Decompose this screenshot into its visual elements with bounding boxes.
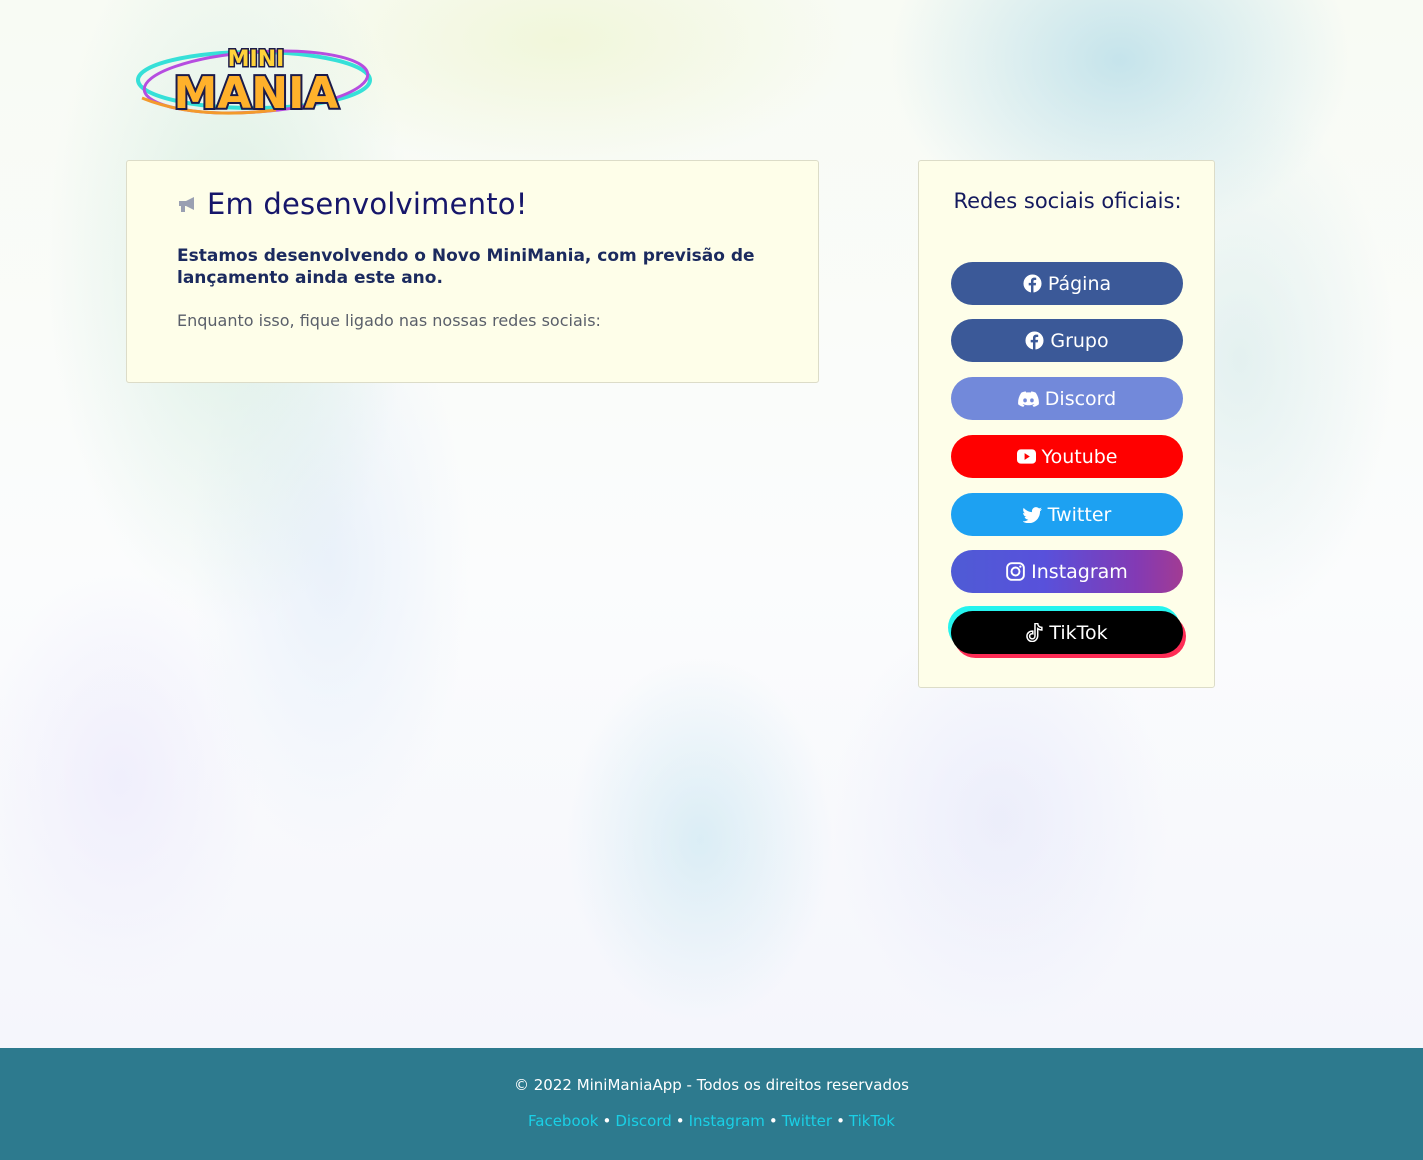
facebook-icon — [1025, 331, 1044, 350]
footer-separator: • — [675, 1112, 685, 1130]
social-card: Redes sociais oficiais: Página Grupo Dis… — [918, 160, 1215, 688]
footer-links: Facebook • Discord • Instagram • Twitter • TikTo… — [0, 1112, 1423, 1130]
twitter-label: Twitter — [1047, 503, 1112, 526]
facebook-group-label: Grupo — [1050, 329, 1109, 352]
note-text: Enquanto isso, fique ligado nas nossas r… — [177, 311, 601, 330]
copyright-text: © 2022 MiniManiaApp - Todos os direitos … — [513, 1076, 909, 1094]
footer-separator: • — [836, 1112, 845, 1130]
footer-link-facebook[interactable]: Facebook — [528, 1112, 598, 1130]
tiktok-icon — [1026, 623, 1043, 642]
tiktok-label: TikTok — [1049, 621, 1108, 644]
facebook-page-button[interactable]: Página — [951, 262, 1183, 305]
discord-icon — [1017, 390, 1039, 407]
footer-separator: • — [768, 1112, 778, 1130]
twitter-button[interactable]: Twitter — [951, 493, 1183, 536]
megaphone-icon — [179, 197, 194, 212]
logo-text-mania: MANIA — [173, 68, 338, 119]
announcement-heading: Em desenvolvimento! — [177, 187, 528, 221]
facebook-group-button[interactable]: Grupo — [951, 319, 1183, 362]
twitter-icon — [1022, 506, 1042, 523]
footer-link-twitter[interactable]: Twitter — [782, 1112, 832, 1130]
youtube-button[interactable]: Youtube — [951, 435, 1183, 478]
instagram-button[interactable]: Instagram — [951, 550, 1183, 593]
facebook-page-label: Página — [1047, 272, 1112, 295]
footer-link-discord[interactable]: Discord — [615, 1112, 671, 1130]
tiktok-button[interactable]: TikTok — [951, 611, 1183, 654]
social-card-title: Redes sociais oficiais: — [953, 189, 1182, 213]
announcement-card: Em desenvolvimento! Estamos desenvolvend… — [126, 160, 819, 383]
facebook-icon — [1023, 274, 1042, 293]
page-title: Em desenvolvimento! — [207, 187, 528, 221]
instagram-icon — [1006, 562, 1025, 581]
footer-link-tiktok[interactable]: TikTok — [849, 1112, 895, 1130]
discord-label: Discord — [1044, 387, 1117, 410]
discord-button[interactable]: Discord — [951, 377, 1183, 420]
lead-text: Estamos desenvolvendo o Novo MiniMania, … — [177, 246, 755, 288]
footer: © 2022 MiniManiaApp - Todos os direitos … — [0, 1048, 1423, 1160]
footer-separator: • — [602, 1112, 612, 1130]
footer-link-instagram[interactable]: Instagram — [689, 1112, 765, 1130]
youtube-icon — [1016, 449, 1036, 464]
instagram-label: Instagram — [1031, 560, 1128, 583]
youtube-label: Youtube — [1041, 445, 1118, 468]
minimania-logo[interactable]: MINI MANIA — [136, 38, 376, 121]
